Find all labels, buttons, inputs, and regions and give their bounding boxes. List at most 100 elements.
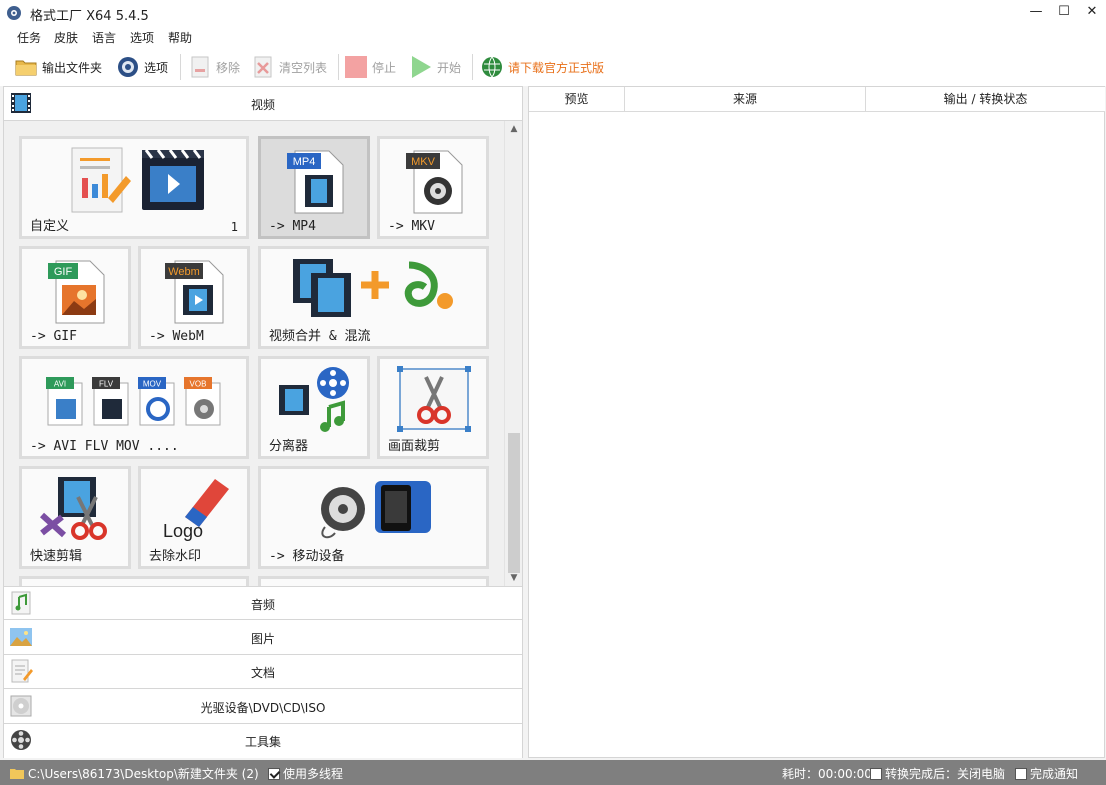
category-picture-label: 图片 xyxy=(250,632,275,646)
remove-icon xyxy=(191,56,209,78)
close-button[interactable]: ✕ xyxy=(1076,0,1106,24)
scroll-thumb[interactable] xyxy=(508,433,520,573)
category-picture[interactable]: 图片 xyxy=(4,621,522,655)
category-document[interactable]: 文档 xyxy=(4,655,522,689)
shutdown-label: 转换完成后：关闭电脑 xyxy=(885,767,1006,781)
notify-check-box[interactable] xyxy=(1015,768,1027,780)
tile-watermark-label: 去除水印 xyxy=(149,549,202,564)
stop-icon xyxy=(345,56,367,78)
menu-skin[interactable]: 皮肤 xyxy=(54,29,78,46)
video-tool-grid: 自定义 1 MP4 -> MP4 MKV -> MKV GIF -> GIF W… xyxy=(4,121,504,586)
scroll-down-arrow-icon[interactable]: ▼ xyxy=(505,570,523,586)
webm-badge: Webm xyxy=(168,266,200,278)
tile-remove-watermark[interactable]: Logo 去除水印 xyxy=(138,466,250,569)
tile-custom-count: 1 xyxy=(230,220,238,234)
stop-button[interactable]: 停止 xyxy=(344,53,396,81)
download-label: 请下载官方正式版 xyxy=(508,60,605,75)
tile-demux-label: 分离器 xyxy=(269,439,309,454)
grid-scrollbar[interactable]: ▲ ▼ xyxy=(504,121,522,586)
menu-options[interactable]: 选项 xyxy=(130,29,154,46)
tile-next-row[interactable] xyxy=(19,576,249,586)
clear-list-button[interactable]: 清空列表 xyxy=(251,53,327,81)
scroll-up-arrow-icon[interactable]: ▲ xyxy=(505,121,523,137)
tile-to-gif[interactable]: GIF -> GIF xyxy=(19,246,131,349)
tile-next-row[interactable] xyxy=(258,576,489,586)
tile-mkv-label: -> MKV xyxy=(388,219,435,234)
clear-list-icon xyxy=(254,56,272,78)
notify-label: 完成通知 xyxy=(1030,767,1079,781)
multithread-label: 使用多线程 xyxy=(283,767,344,781)
column-source[interactable]: 来源 xyxy=(625,87,866,112)
notify-checkbox[interactable]: 完成通知 xyxy=(1015,765,1078,782)
mkv-icon: MKV xyxy=(406,150,463,214)
category-audio[interactable]: 音频 xyxy=(4,586,522,620)
tile-mp4-label: -> MP4 xyxy=(269,219,316,234)
tile-crop-label: 画面裁剪 xyxy=(388,439,441,454)
tile-merge-mux[interactable]: 视频合并 & 混流 xyxy=(258,246,489,349)
merge-icon xyxy=(293,259,453,317)
toolbar: 输出文件夹 选项 移除 清空列表 停止 开始 请下载官方正式版 xyxy=(0,48,1106,86)
vob-badge: VOB xyxy=(190,380,207,389)
tile-quick-clip[interactable]: 快速剪辑 xyxy=(19,466,131,569)
output-folder-label: 输出文件夹 xyxy=(42,60,103,75)
category-audio-label: 音频 xyxy=(250,598,275,612)
category-video[interactable]: 视频 xyxy=(4,87,522,121)
shutdown-checkbox[interactable]: 转换完成后：关闭电脑 xyxy=(870,765,1005,782)
tile-demuxer[interactable]: 分离器 xyxy=(258,356,370,459)
custom-icon xyxy=(71,147,204,213)
multithread-checkbox[interactable]: 使用多线程 xyxy=(268,765,343,782)
gif-icon: GIF xyxy=(48,260,105,324)
folder-small-icon xyxy=(10,769,24,779)
task-list-panel[interactable]: 预览 来源 输出 / 转换状态 xyxy=(528,86,1105,758)
mp4-badge: MP4 xyxy=(293,156,316,168)
category-disc-device[interactable]: 光驱设备\DVD\CD\ISO xyxy=(4,690,522,724)
output-path[interactable]: C:\Users\86173\Desktop\新建文件夹 (2) xyxy=(10,765,259,782)
menu-help[interactable]: 帮助 xyxy=(168,29,192,46)
toolbar-separator xyxy=(180,54,181,80)
toolbar-separator xyxy=(472,54,473,80)
output-folder-button[interactable]: 输出文件夹 xyxy=(14,53,102,81)
mobile-device-icon xyxy=(321,481,431,539)
crop-icon xyxy=(397,366,471,432)
app-window: 格式工厂 X64 5.4.5 — ☐ ✕ 任务 皮肤 语言 选项 帮助 输出文件… xyxy=(0,0,1106,785)
logo-text: Logo xyxy=(163,521,203,541)
left-panel: 视频 自定义 1 MP4 -> MP4 MKV -> MKV GIF -> GI… xyxy=(3,86,523,758)
tile-to-mkv[interactable]: MKV -> MKV xyxy=(377,136,489,239)
tile-avi-label: -> AVI FLV MOV .... xyxy=(30,439,179,454)
tile-custom-label: 自定义 xyxy=(30,219,70,234)
category-toolbox-label: 工具集 xyxy=(244,735,281,749)
start-button[interactable]: 开始 xyxy=(409,53,461,81)
tile-to-webm[interactable]: Webm -> WebM xyxy=(138,246,250,349)
tile-crop[interactable]: 画面裁剪 xyxy=(377,356,489,459)
remove-watermark-icon: Logo xyxy=(163,479,229,541)
folder-icon xyxy=(15,60,37,76)
tile-to-mp4[interactable]: MP4 -> MP4 xyxy=(258,136,370,239)
tile-merge-label: 视频合并 & 混流 xyxy=(269,329,371,344)
column-preview[interactable]: 预览 xyxy=(529,87,625,112)
tile-to-avi-flv-mov[interactable]: AVI FLV MOV VOB -> AVI FLV MOV .... xyxy=(19,356,249,459)
menu-task[interactable]: 任务 xyxy=(17,29,41,46)
column-output-status[interactable]: 输出 / 转换状态 xyxy=(866,87,1105,112)
mp4-icon: MP4 xyxy=(287,150,344,214)
menu-language[interactable]: 语言 xyxy=(92,29,116,46)
shutdown-check-box[interactable] xyxy=(870,768,882,780)
tile-mobile-device[interactable]: -> 移动设备 xyxy=(258,466,489,569)
download-official-link[interactable]: 请下载官方正式版 xyxy=(480,53,604,81)
avi-flv-mov-icon: AVI FLV MOV VOB xyxy=(46,377,221,426)
clear-list-label: 清空列表 xyxy=(279,60,328,75)
tile-custom[interactable]: 自定义 1 xyxy=(19,136,249,239)
tile-quick-clip-label: 快速剪辑 xyxy=(30,549,83,564)
category-toolbox[interactable]: 工具集 xyxy=(4,724,522,758)
globe-icon xyxy=(482,56,502,78)
avi-badge: AVI xyxy=(54,380,66,389)
multithread-check-mark[interactable] xyxy=(268,768,280,780)
flv-badge: FLV xyxy=(99,380,114,389)
tile-mobile-label: -> 移动设备 xyxy=(269,549,345,564)
stop-label: 停止 xyxy=(372,60,397,75)
quick-clip-icon xyxy=(39,477,107,540)
gif-badge: GIF xyxy=(54,266,73,278)
window-title: 格式工厂 X64 5.4.5 xyxy=(30,9,149,24)
options-button[interactable]: 选项 xyxy=(116,53,168,81)
remove-button[interactable]: 移除 xyxy=(188,53,240,81)
gear-icon xyxy=(118,57,138,77)
